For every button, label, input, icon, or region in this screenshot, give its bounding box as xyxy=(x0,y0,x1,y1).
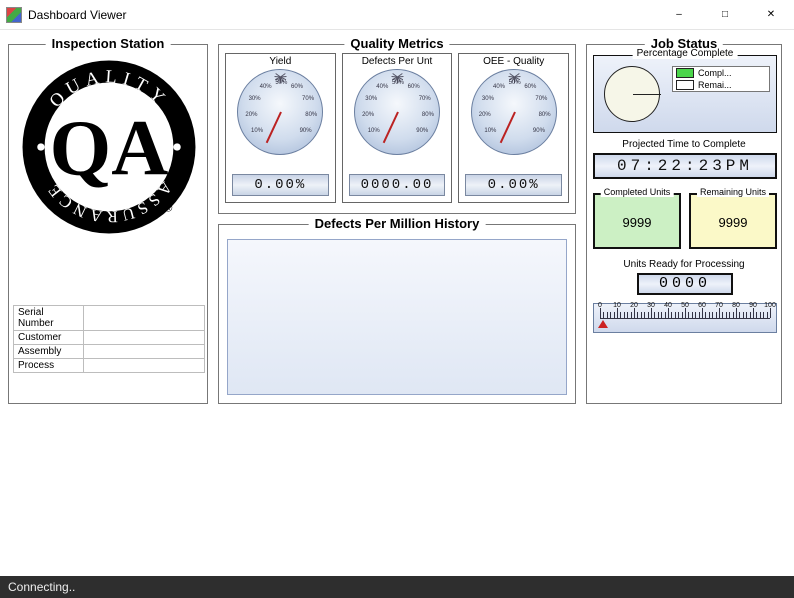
legend-remaining-label: Remai... xyxy=(698,80,732,90)
percentage-legend: Compl... Remai... xyxy=(672,66,770,92)
units-ready-label: Units Ready for Processing xyxy=(587,259,781,270)
percentage-title: Percentage Complete xyxy=(633,48,738,59)
gauge-yield-readout: 0.00% xyxy=(232,174,329,196)
customer-label: Customer xyxy=(14,331,84,345)
units-ready-ruler: 0102030405060708090100 xyxy=(593,303,777,333)
ruler-marker-icon xyxy=(598,320,608,328)
inspection-caption: Inspection Station xyxy=(46,36,171,51)
customer-value xyxy=(84,331,205,345)
remaining-units-box: Remaining Units 9999 xyxy=(689,193,777,249)
serial-value xyxy=(84,306,205,331)
row-customer: Customer xyxy=(14,331,205,345)
svg-text:®: ® xyxy=(164,202,172,214)
inspection-info-table: Serial Number Customer Assembly Process xyxy=(13,305,205,373)
status-text: Connecting.. xyxy=(8,580,75,594)
projected-time-value: 07:22:23PM xyxy=(593,153,777,179)
window-title: Dashboard Viewer xyxy=(28,8,127,22)
projected-time-label: Projected Time to Complete xyxy=(587,139,781,150)
close-button[interactable]: ✕ xyxy=(748,0,794,30)
gauge-oee-title: OEE - Quality xyxy=(459,54,568,67)
assembly-label: Assembly xyxy=(14,345,84,359)
swatch-complete-icon xyxy=(676,68,694,78)
logo-initials: QA xyxy=(50,105,169,193)
remaining-units-value: 9999 xyxy=(719,215,748,230)
gauge-dpu-face: 10%20%30%40%50%60%70%80%90% xyxy=(354,69,440,155)
gauge-dpu-title: Defects Per Unt xyxy=(343,54,452,67)
minimize-button[interactable]: – xyxy=(656,0,702,30)
percentage-complete-box: Percentage Complete Compl... Remai... xyxy=(593,55,777,133)
gauge-dpu: Defects Per Unt 10%20%30%40%50%60%70%80%… xyxy=(342,53,453,203)
gauge-oee-face: 10%20%30%40%50%60%70%80%90% xyxy=(471,69,557,155)
completed-units-box: Completed Units 9999 xyxy=(593,193,681,249)
gauge-yield-face: 10%20%30%40%50%60%70%80%90% xyxy=(237,69,323,155)
metrics-caption: Quality Metrics xyxy=(344,36,449,51)
gauge-yield-title: Yield xyxy=(226,54,335,67)
completed-units-value: 9999 xyxy=(623,215,652,230)
row-assembly: Assembly xyxy=(14,345,205,359)
gauge-oee: OEE - Quality 10%20%30%40%50%60%70%80%90… xyxy=(458,53,569,203)
quality-metrics-panel: Quality Metrics Yield 10%20%30%40%50%60%… xyxy=(218,44,576,214)
process-value xyxy=(84,359,205,373)
units-ready-value: 0000 xyxy=(637,273,733,295)
legend-complete: Compl... xyxy=(673,67,769,79)
defects-history-panel: Defects Per Million History xyxy=(218,224,576,404)
inspection-station-panel: Inspection Station QUALITY ASSURANCE QA … xyxy=(8,44,208,404)
remaining-units-label: Remaining Units xyxy=(697,187,769,197)
gauge-dpu-readout: 0000.00 xyxy=(349,174,446,196)
row-serial: Serial Number xyxy=(14,306,205,331)
app-icon xyxy=(6,7,22,23)
serial-label: Serial Number xyxy=(14,306,84,331)
assembly-value xyxy=(84,345,205,359)
statusbar: Connecting.. xyxy=(0,576,794,598)
ruler-scale: 0102030405060708090100 xyxy=(600,308,770,318)
legend-remaining: Remai... xyxy=(673,79,769,91)
percentage-pie xyxy=(604,66,660,122)
job-status-panel: Job Status Percentage Complete Compl... … xyxy=(586,44,782,404)
process-label: Process xyxy=(14,359,84,373)
defects-history-chart xyxy=(227,239,567,395)
qa-logo: QUALITY ASSURANCE QA ® xyxy=(17,55,201,239)
swatch-remaining-icon xyxy=(676,80,694,90)
titlebar: Dashboard Viewer – □ ✕ xyxy=(0,0,794,30)
row-process: Process xyxy=(14,359,205,373)
gauge-yield: Yield 10%20%30%40%50%60%70%80%90% 0.00% xyxy=(225,53,336,203)
gauge-oee-readout: 0.00% xyxy=(465,174,562,196)
maximize-button[interactable]: □ xyxy=(702,0,748,30)
legend-complete-label: Compl... xyxy=(698,68,732,78)
client-area: Inspection Station QUALITY ASSURANCE QA … xyxy=(0,30,794,568)
history-caption: Defects Per Million History xyxy=(309,216,486,231)
completed-units-label: Completed Units xyxy=(601,187,674,197)
